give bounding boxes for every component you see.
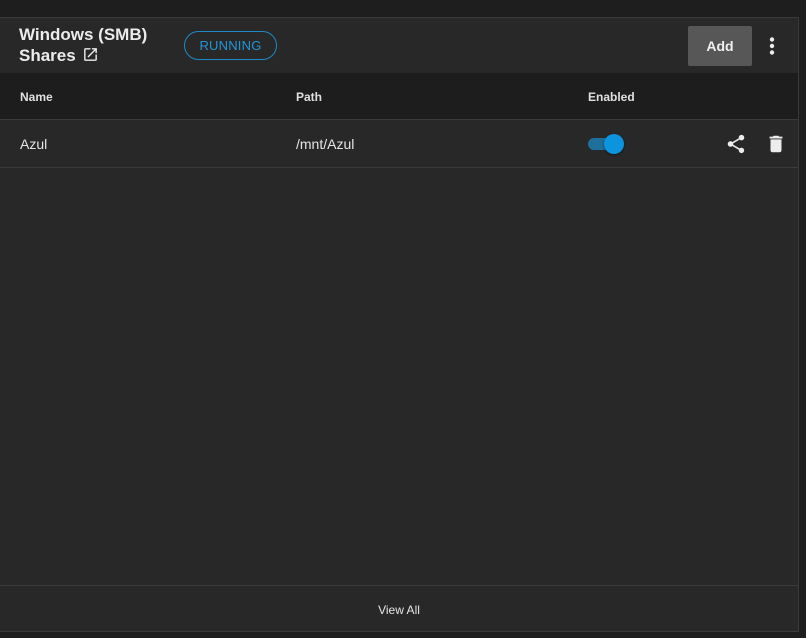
column-header-path[interactable]: Path — [296, 90, 322, 104]
open-in-new-icon[interactable] — [82, 46, 99, 68]
card-title: Windows (SMB) Shares — [19, 24, 147, 68]
card-title-line-1: Windows (SMB) — [19, 25, 148, 44]
card-footer: View All — [0, 585, 798, 632]
toggle-thumb — [604, 134, 624, 154]
card-title-line-2: Shares — [19, 45, 147, 68]
more-vertical-icon[interactable] — [760, 30, 784, 62]
add-button[interactable]: Add — [688, 26, 752, 66]
card-header: Windows (SMB) Shares RUNNING Add — [0, 18, 798, 73]
status-badge: RUNNING — [184, 31, 277, 60]
enabled-toggle[interactable] — [588, 134, 624, 154]
column-header-name[interactable]: Name — [20, 90, 53, 104]
view-all-link[interactable]: View All — [0, 603, 798, 617]
smb-shares-card: Windows (SMB) Shares RUNNING Add Name Pa… — [0, 17, 799, 632]
share-name: Azul — [20, 136, 48, 152]
share-icon[interactable] — [725, 133, 747, 155]
card-title-shares: Shares — [19, 46, 76, 65]
share-path: /mnt/Azul — [296, 136, 355, 152]
delete-icon[interactable] — [765, 133, 787, 155]
table-row: Azul /mnt/Azul — [0, 120, 798, 168]
column-header-enabled[interactable]: Enabled — [588, 90, 635, 104]
table-header-row: Name Path Enabled — [0, 73, 798, 120]
